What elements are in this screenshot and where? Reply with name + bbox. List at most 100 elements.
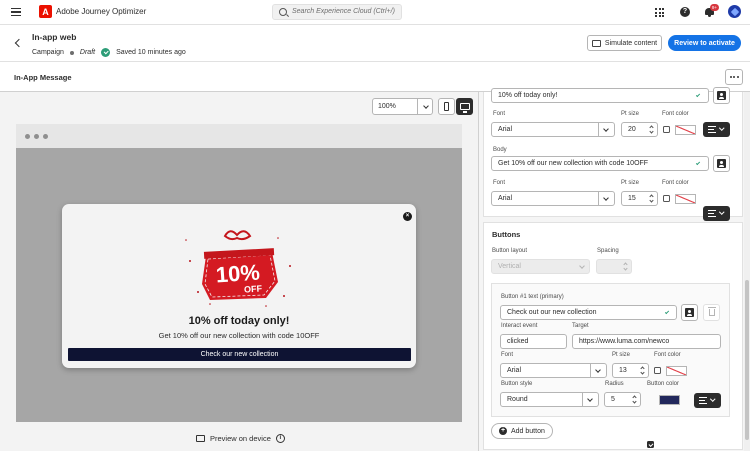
- button-color-label: Button color: [647, 381, 680, 387]
- button-style-label: Button style: [501, 381, 533, 387]
- chevron-down-icon: [423, 103, 429, 109]
- button-font-color-swatch[interactable]: [666, 366, 687, 376]
- body-color-checkbox[interactable]: [663, 195, 670, 202]
- apps-grid-icon[interactable]: [655, 8, 664, 17]
- campaign-type: Campaign: [32, 49, 64, 56]
- help-icon[interactable]: ?: [680, 7, 690, 17]
- personalization-icon: [717, 91, 726, 100]
- add-button[interactable]: + Add button: [491, 423, 553, 439]
- button-color-checkbox[interactable]: [647, 441, 654, 448]
- chevron-down-icon: [710, 396, 716, 402]
- interact-event-label: Interact event: [501, 323, 538, 329]
- search-icon: [279, 8, 287, 16]
- button-color-swatch[interactable]: [659, 395, 680, 405]
- body-align-button[interactable]: [703, 206, 730, 221]
- info-icon[interactable]: i: [275, 434, 285, 443]
- review-to-activate-button[interactable]: Review to activate: [668, 35, 741, 51]
- mobile-view-button[interactable]: [438, 98, 455, 115]
- message-cta-button[interactable]: Check our new collection: [68, 348, 411, 361]
- search-placeholder: Search Experience Cloud (Ctrl+/): [292, 8, 395, 15]
- button-font-color-checkbox[interactable]: [654, 367, 661, 374]
- zoom-select[interactable]: 100%: [372, 98, 433, 115]
- button-align-button[interactable]: [694, 393, 721, 408]
- button-size-value: 13: [619, 367, 627, 374]
- title-size-value: 20: [628, 126, 636, 133]
- body-color-swatch[interactable]: [675, 194, 696, 204]
- button-layout-select[interactable]: Vertical: [491, 259, 590, 274]
- desktop-icon: [459, 103, 470, 113]
- chevron-down-icon: [595, 367, 601, 373]
- font-color-label: Font color: [654, 352, 681, 358]
- body-font-value: Arial: [498, 195, 513, 202]
- body-field[interactable]: Get 10% off our new collection with code…: [491, 156, 709, 171]
- simulate-content-button[interactable]: Simulate content: [587, 35, 662, 51]
- simulate-label: Simulate content: [604, 39, 658, 47]
- close-icon[interactable]: ×: [403, 212, 412, 221]
- personalize-body-button[interactable]: [713, 155, 730, 172]
- button-size-stepper[interactable]: 13: [612, 363, 649, 378]
- decrement-icon[interactable]: [649, 198, 654, 203]
- decrement-icon[interactable]: [649, 129, 654, 134]
- pt-size-label: Pt size: [612, 352, 631, 358]
- more-options-button[interactable]: [725, 69, 743, 85]
- title-size-stepper[interactable]: 20: [621, 122, 658, 137]
- body-font-select[interactable]: Arial: [491, 191, 615, 206]
- body-label: Body: [493, 147, 507, 153]
- decrement-icon[interactable]: [623, 266, 628, 271]
- body-size-value: 15: [628, 195, 636, 202]
- adobe-logo[interactable]: A: [39, 5, 52, 18]
- scrollbar-thumb[interactable]: [745, 280, 749, 440]
- delete-button[interactable]: [703, 304, 720, 321]
- title-field-value: 10% off today only!: [498, 92, 558, 99]
- personalize-button-text-button[interactable]: [681, 304, 698, 321]
- message-body: Get 10% off our new collection with code…: [158, 331, 320, 340]
- add-button-label: Add button: [511, 427, 545, 435]
- radius-label: Radius: [605, 381, 624, 387]
- zoom-value: 100%: [378, 103, 396, 110]
- button-text-field[interactable]: Check out our new collection: [500, 305, 677, 320]
- device-icon: [196, 435, 205, 442]
- radius-value: 5: [611, 396, 615, 403]
- preview-label: Preview on device: [210, 434, 271, 443]
- saved-text: Saved 10 minutes ago: [116, 49, 186, 56]
- target-value: https://www.luma.com/newco: [579, 338, 670, 345]
- chevron-down-icon: [603, 126, 609, 132]
- avatar[interactable]: [728, 5, 741, 18]
- search-input[interactable]: Search Experience Cloud (Ctrl+/): [272, 4, 402, 20]
- personalization-icon: [685, 308, 694, 317]
- button-font-select[interactable]: Arial: [500, 363, 607, 378]
- interact-event-field[interactable]: clicked: [500, 334, 567, 349]
- title-color-swatch[interactable]: [675, 125, 696, 135]
- font-label: Font: [493, 180, 506, 186]
- button-text-value: Check out our new collection: [507, 309, 597, 316]
- page-title: In-app web: [32, 32, 77, 42]
- chevron-down-icon: [603, 195, 609, 201]
- body-size-stepper[interactable]: 15: [621, 191, 658, 206]
- chevron-down-icon: [579, 263, 585, 269]
- notification-badge: 9+: [710, 4, 719, 11]
- button-style-select[interactable]: Round: [500, 392, 599, 407]
- plus-icon: +: [499, 427, 507, 435]
- radius-stepper[interactable]: 5: [604, 392, 641, 407]
- spacing-stepper[interactable]: [596, 259, 632, 274]
- decrement-icon[interactable]: [640, 370, 645, 375]
- app-name: Adobe Journey Optimizer: [56, 7, 147, 16]
- title-align-button[interactable]: [703, 122, 730, 137]
- message-title: 10% off today only!: [188, 315, 290, 327]
- spacing-label: Spacing: [597, 248, 619, 254]
- decrement-icon[interactable]: [632, 399, 637, 404]
- personalize-title-button[interactable]: [713, 87, 730, 104]
- title-field[interactable]: 10% off today only!: [491, 88, 709, 103]
- menu-icon[interactable]: [11, 8, 21, 16]
- title-color-checkbox[interactable]: [663, 126, 670, 133]
- body-field-value: Get 10% off our new collection with code…: [498, 160, 649, 167]
- title-font-select[interactable]: Arial: [491, 122, 615, 137]
- buttons-heading: Buttons: [492, 230, 521, 239]
- section-title: In-App Message: [14, 73, 72, 82]
- target-field[interactable]: https://www.luma.com/newco: [572, 334, 721, 349]
- desktop-view-button[interactable]: [456, 98, 473, 115]
- pt-size-label: Pt size: [621, 180, 640, 186]
- trash-icon: [707, 307, 716, 316]
- campaign-meta: Campaign Draft Saved 10 minutes ago: [32, 48, 186, 57]
- preview-on-device-link[interactable]: Preview on device i: [196, 434, 285, 443]
